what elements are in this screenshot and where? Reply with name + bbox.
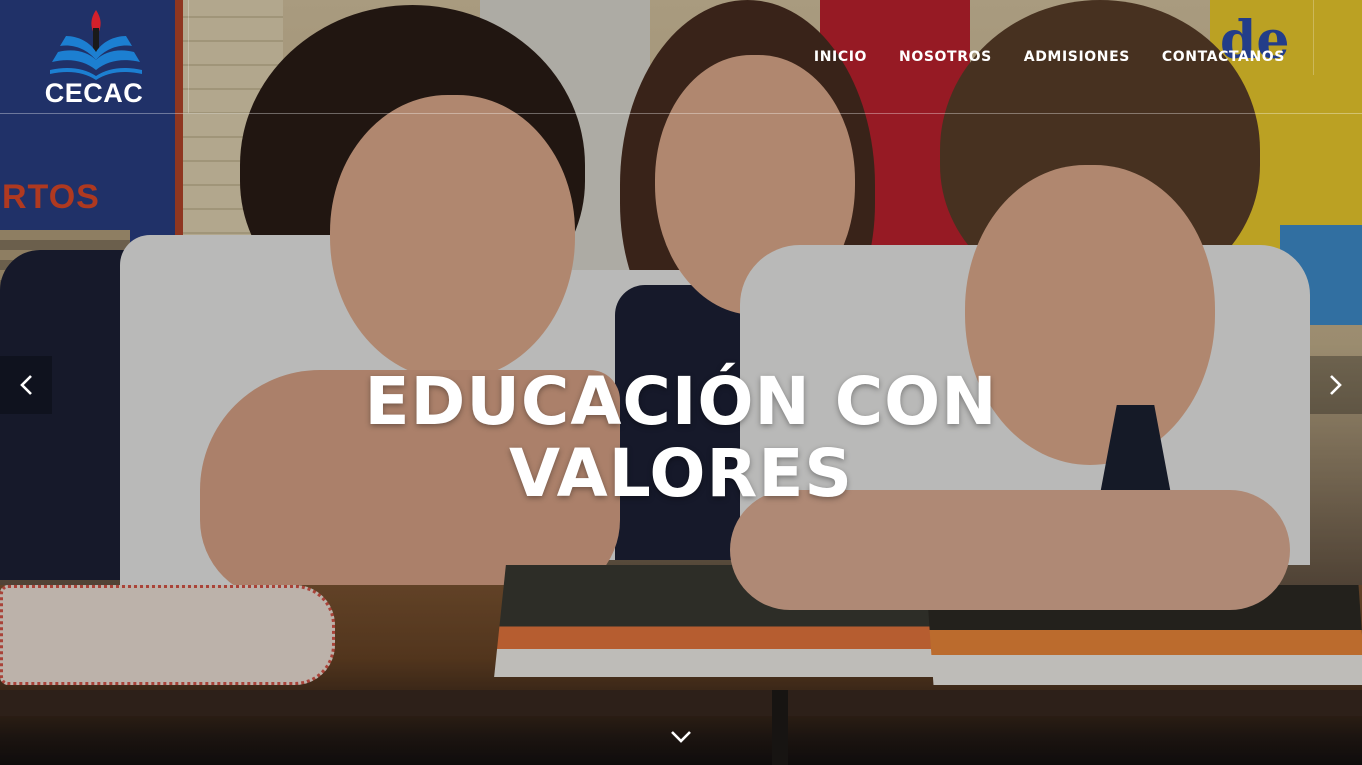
scroll-down-button[interactable]	[667, 725, 695, 749]
nav-item-nosotros[interactable]: NOSOTROS	[883, 49, 1008, 65]
nav-item-inicio[interactable]: INICIO	[798, 49, 883, 65]
hero-headline-line1: EDUCACIÓN CON	[364, 363, 998, 440]
hero-headline: EDUCACIÓN CON VALORES	[331, 366, 1031, 510]
chevron-right-icon	[1330, 375, 1342, 395]
main-nav: INICIO NOSOTROS ADMISIONES CONTACTANOS	[798, 0, 1362, 113]
slider-next-button[interactable]	[1310, 356, 1362, 414]
nav-item-admisiones[interactable]: ADMISIONES	[1008, 49, 1146, 65]
slider-prev-button[interactable]	[0, 356, 52, 414]
chevron-left-icon	[20, 375, 32, 395]
header-divider	[188, 0, 189, 113]
logo-text: CECAC	[44, 78, 144, 108]
hero-headline-line2: VALORES	[509, 435, 853, 512]
site-logo[interactable]: CECAC	[38, 8, 150, 108]
open-book-flame-icon	[50, 10, 142, 80]
header-divider	[1313, 0, 1314, 75]
nav-item-contactanos[interactable]: CONTACTANOS	[1146, 49, 1285, 65]
site-header: CECAC INICIO NOSOTROS ADMISIONES CONTACT…	[0, 0, 1362, 114]
chevron-down-icon	[671, 731, 691, 743]
